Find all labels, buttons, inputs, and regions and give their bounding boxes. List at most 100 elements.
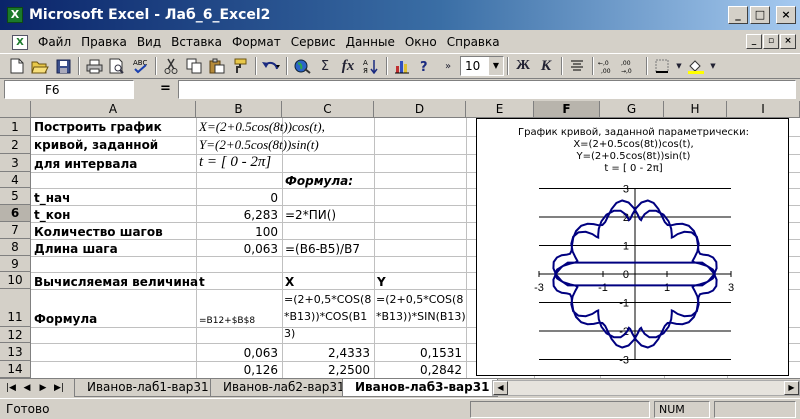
cell-c14[interactable]: 2,2500 [282, 363, 370, 377]
column-header-g[interactable]: G [600, 101, 664, 118]
row-header-2[interactable]: 2 [0, 136, 31, 154]
cell-a7[interactable]: Количество шагов [34, 225, 163, 239]
menu-view[interactable]: Вид [132, 35, 166, 49]
menu-data[interactable]: Данные [341, 35, 400, 49]
row-header-7[interactable]: 7 [0, 222, 31, 239]
formula-input[interactable] [178, 80, 796, 99]
parametric-curve-chart[interactable]: График кривой, заданной параметрически: … [476, 118, 789, 376]
cell-d13[interactable]: 0,1531 [374, 346, 462, 360]
first-sheet-icon[interactable]: |◀ [4, 381, 18, 395]
excel-icon[interactable]: X [7, 7, 23, 23]
row-header-13[interactable]: 13 [0, 343, 31, 361]
column-header-c[interactable]: C [282, 101, 374, 118]
new-document-icon[interactable] [6, 55, 28, 77]
prev-sheet-icon[interactable]: ◀ [20, 381, 34, 395]
cell-c11[interactable]: =(2+0,5*COS(8*B13))*COS(B13) [284, 291, 374, 342]
undo-icon[interactable] [260, 55, 282, 77]
menu-window[interactable]: Окно [400, 35, 442, 49]
borders-dropdown-icon[interactable]: ▼ [674, 55, 684, 77]
cell-a10[interactable]: Вычисляемая величина [34, 275, 198, 289]
cell-b13[interactable]: 0,063 [196, 346, 278, 360]
increase-decimal-icon[interactable]: ←,0,00 [597, 55, 619, 77]
italic-button[interactable]: К [535, 55, 557, 77]
maximize-button[interactable]: □ [750, 6, 770, 24]
row-header-14[interactable]: 14 [0, 361, 31, 378]
menu-help[interactable]: Справка [442, 35, 505, 49]
cell-b5[interactable]: 0 [196, 191, 278, 205]
spelling-icon[interactable]: ABC [129, 55, 151, 77]
cell-b10[interactable]: t [199, 275, 205, 289]
horizontal-scrollbar[interactable]: ◀ ▶ [492, 380, 800, 396]
sheet-tab-1[interactable]: Иванов-лаб1-вар31 [74, 379, 218, 397]
fill-color-icon[interactable] [685, 55, 707, 77]
fill-color-dropdown-icon[interactable]: ▼ [708, 55, 718, 77]
column-header-f[interactable]: F [534, 101, 600, 118]
cell-c4[interactable]: Формула: [285, 174, 353, 188]
workbook-restore-button[interactable]: ▫ [763, 34, 779, 49]
cell-d14[interactable]: 0,2842 [374, 363, 462, 377]
workbook-minimize-button[interactable]: _ [746, 34, 762, 49]
font-size-select[interactable]: 10 ▼ [460, 56, 504, 76]
cell-a1[interactable]: Построить график [34, 120, 162, 134]
cell-d10[interactable]: Y [377, 275, 386, 289]
cell-b2[interactable]: Y=(2+0.5cos(8t))sin(t) [199, 138, 319, 152]
close-button[interactable]: × [776, 6, 796, 24]
print-preview-icon[interactable] [106, 55, 128, 77]
workbook-close-button[interactable]: × [780, 34, 796, 49]
cell-a8[interactable]: Длина шага [34, 242, 118, 256]
row-header-5[interactable]: 5 [0, 188, 31, 205]
menu-edit[interactable]: Правка [76, 35, 132, 49]
column-header-a[interactable]: A [31, 101, 196, 118]
globe-hyperlink-icon[interactable] [291, 55, 313, 77]
row-header-6[interactable]: 6 [0, 205, 31, 222]
row-header-1[interactable]: 1 [0, 118, 31, 136]
save-icon[interactable] [52, 55, 74, 77]
cell-a3[interactable]: для интервала [34, 157, 137, 171]
chevron-down-icon[interactable]: ▼ [489, 57, 503, 75]
toolbar-options-chevron-icon[interactable]: » [437, 55, 459, 77]
cell-b6[interactable]: 6,283 [196, 208, 278, 222]
column-header-b[interactable]: B [196, 101, 282, 118]
cell-b14[interactable]: 0,126 [196, 363, 278, 377]
minimize-button[interactable]: _ [728, 6, 748, 24]
column-header-e[interactable]: E [466, 101, 534, 118]
column-header-i[interactable]: I [727, 101, 800, 118]
chart-wizard-icon[interactable] [391, 55, 413, 77]
format-painter-icon[interactable] [229, 55, 251, 77]
decrease-decimal-icon[interactable]: ,00 →,0 [620, 55, 642, 77]
sheet-tab-2[interactable]: Иванов-лаб2-вар31 [210, 379, 354, 397]
cell-b7[interactable]: 100 [196, 225, 278, 239]
cell-b8[interactable]: 0,063 [196, 242, 278, 256]
menu-file[interactable]: Файл [33, 35, 76, 49]
paste-icon[interactable] [206, 55, 228, 77]
copy-icon[interactable] [183, 55, 205, 77]
scroll-left-icon[interactable]: ◀ [493, 381, 508, 395]
scroll-right-icon[interactable]: ▶ [784, 381, 799, 395]
cell-a2[interactable]: кривой, заданной [34, 138, 158, 152]
cell-c6[interactable]: =2*ПИ() [285, 208, 336, 222]
formula-equals-icon[interactable]: = [160, 81, 171, 96]
cell-b1[interactable]: X=(2+0.5cos(8t))cos(t), [199, 120, 325, 134]
row-header-8[interactable]: 8 [0, 239, 31, 256]
select-all-corner[interactable] [0, 101, 31, 118]
row-header-9[interactable]: 9 [0, 256, 31, 272]
function-wizard-icon[interactable]: fx [337, 55, 359, 77]
open-folder-icon[interactable] [29, 55, 51, 77]
cell-c8[interactable]: =(B6-B5)/B7 [285, 242, 360, 256]
help-icon[interactable]: ? [414, 55, 436, 77]
last-sheet-icon[interactable]: ▶| [52, 381, 66, 395]
cell-c13[interactable]: 2,4333 [282, 346, 370, 360]
cell-c10[interactable]: X [285, 275, 294, 289]
autosum-icon[interactable]: Σ [314, 55, 336, 77]
cell-b3[interactable]: t = [ 0 - 2π] [199, 155, 271, 170]
menu-tools[interactable]: Сервис [286, 35, 341, 49]
row-header-11[interactable]: 11 [0, 289, 31, 327]
sheet-tab-3[interactable]: Иванов-лаб3-вар31 [342, 379, 499, 397]
print-icon[interactable] [83, 55, 105, 77]
row-header-12[interactable]: 12 [0, 327, 31, 343]
menu-insert[interactable]: Вставка [166, 35, 227, 49]
cell-d11[interactable]: =(2+0,5*COS(8*B13))*SIN(B13) [376, 291, 466, 325]
row-header-4[interactable]: 4 [0, 172, 31, 188]
row-header-10[interactable]: 10 [0, 272, 31, 289]
cell-a6[interactable]: t_кон [34, 208, 70, 222]
